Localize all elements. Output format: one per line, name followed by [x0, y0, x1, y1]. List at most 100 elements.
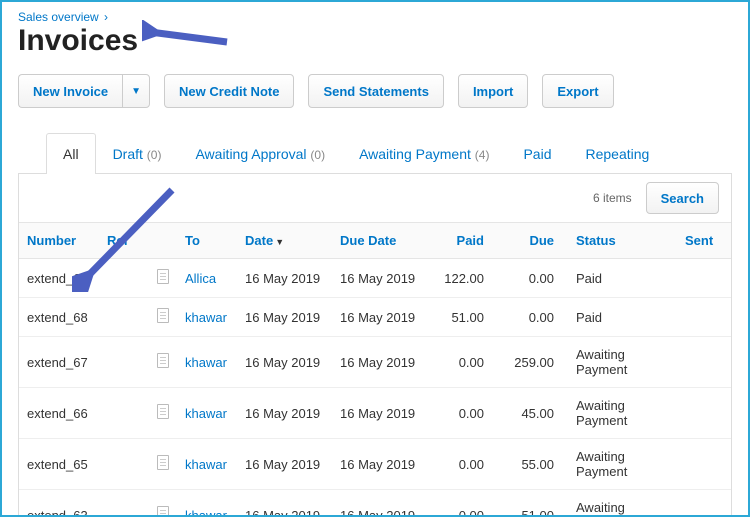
- cell-due-date: 16 May 2019: [332, 298, 427, 337]
- tabs: All Draft (0) Awaiting Approval (0) Awai…: [18, 132, 732, 174]
- tab-repeating[interactable]: Repeating: [568, 133, 666, 174]
- search-button[interactable]: Search: [646, 182, 719, 214]
- cell-sent: [677, 490, 731, 517]
- cell-to: Allica: [177, 259, 237, 298]
- page-title: Invoices: [18, 24, 732, 58]
- table-row[interactable]: extend_63khawar16 May 201916 May 20190.0…: [19, 490, 731, 517]
- panel-header: 6 items Search: [19, 174, 731, 222]
- document-icon: [157, 308, 169, 323]
- tab-all-label: All: [63, 146, 79, 162]
- contact-link[interactable]: khawar: [185, 508, 227, 517]
- chevron-down-icon: ▼: [131, 86, 141, 97]
- new-invoice-button[interactable]: New Invoice: [18, 74, 122, 108]
- cell-number: extend_63: [19, 490, 99, 517]
- col-to[interactable]: To: [177, 223, 237, 259]
- import-button[interactable]: Import: [458, 74, 528, 108]
- cell-number: extend_69: [19, 259, 99, 298]
- contact-link[interactable]: khawar: [185, 310, 227, 325]
- document-icon: [157, 353, 169, 368]
- cell-status: Awaiting Payment: [562, 388, 677, 439]
- col-due-date[interactable]: Due Date: [332, 223, 427, 259]
- tab-awaiting-payment[interactable]: Awaiting Payment (4): [342, 133, 506, 174]
- col-date-label: Date: [245, 233, 273, 248]
- tab-all[interactable]: All: [46, 133, 96, 174]
- col-ref[interactable]: Ref: [99, 223, 149, 259]
- col-number[interactable]: Number: [19, 223, 99, 259]
- tab-paid[interactable]: Paid: [506, 133, 568, 174]
- cell-paid: 51.00: [427, 298, 492, 337]
- cell-number: extend_67: [19, 337, 99, 388]
- table-row[interactable]: extend_66khawar16 May 201916 May 20190.0…: [19, 388, 731, 439]
- cell-paid: 122.00: [427, 259, 492, 298]
- cell-date: 16 May 2019: [237, 490, 332, 517]
- sort-desc-icon: ▼: [275, 237, 284, 247]
- cell-doc: [149, 298, 177, 337]
- tab-awaiting-approval-label: Awaiting Approval: [195, 146, 306, 162]
- contact-link[interactable]: khawar: [185, 406, 227, 421]
- cell-due: 45.00: [492, 388, 562, 439]
- col-doc: [149, 223, 177, 259]
- table-row[interactable]: extend_69Allica16 May 201916 May 2019122…: [19, 259, 731, 298]
- document-icon: [157, 506, 169, 517]
- cell-ref: [99, 298, 149, 337]
- breadcrumb-separator: ›: [104, 10, 108, 24]
- cell-ref: [99, 439, 149, 490]
- cell-doc: [149, 337, 177, 388]
- cell-status: Paid: [562, 259, 677, 298]
- breadcrumb-parent-link[interactable]: Sales overview: [18, 10, 99, 24]
- new-invoice-group: New Invoice ▼: [18, 74, 150, 108]
- cell-due: 259.00: [492, 337, 562, 388]
- tab-awaiting-approval[interactable]: Awaiting Approval (0): [178, 133, 342, 174]
- tab-awaiting-payment-count: (4): [475, 148, 490, 162]
- cell-sent: [677, 439, 731, 490]
- tab-draft-count: (0): [147, 148, 162, 162]
- cell-due-date: 16 May 2019: [332, 259, 427, 298]
- table-row[interactable]: extend_68khawar16 May 201916 May 201951.…: [19, 298, 731, 337]
- col-sent[interactable]: Sent: [677, 223, 731, 259]
- col-due[interactable]: Due: [492, 223, 562, 259]
- send-statements-button[interactable]: Send Statements: [308, 74, 443, 108]
- table-row[interactable]: extend_65khawar16 May 201916 May 20190.0…: [19, 439, 731, 490]
- col-date[interactable]: Date▼: [237, 223, 332, 259]
- new-credit-note-button[interactable]: New Credit Note: [164, 74, 294, 108]
- cell-number: extend_65: [19, 439, 99, 490]
- new-invoice-dropdown-button[interactable]: ▼: [122, 74, 150, 108]
- cell-due: 55.00: [492, 439, 562, 490]
- col-paid[interactable]: Paid: [427, 223, 492, 259]
- cell-to: khawar: [177, 490, 237, 517]
- cell-to: khawar: [177, 298, 237, 337]
- contact-link[interactable]: Allica: [185, 271, 216, 286]
- cell-paid: 0.00: [427, 388, 492, 439]
- document-icon: [157, 404, 169, 419]
- cell-ref: [99, 490, 149, 517]
- cell-due-date: 16 May 2019: [332, 337, 427, 388]
- cell-sent: [677, 388, 731, 439]
- export-button[interactable]: Export: [542, 74, 613, 108]
- contact-link[interactable]: khawar: [185, 457, 227, 472]
- tab-awaiting-payment-label: Awaiting Payment: [359, 146, 471, 162]
- cell-doc: [149, 490, 177, 517]
- tab-repeating-label: Repeating: [585, 146, 649, 162]
- contact-link[interactable]: khawar: [185, 355, 227, 370]
- cell-doc: [149, 259, 177, 298]
- cell-number: extend_68: [19, 298, 99, 337]
- invoice-table: Number Ref To Date▼ Due Date Paid Due St…: [19, 222, 731, 517]
- cell-to: khawar: [177, 388, 237, 439]
- table-row[interactable]: extend_67khawar16 May 201916 May 20190.0…: [19, 337, 731, 388]
- cell-status: Paid: [562, 298, 677, 337]
- cell-paid: 0.00: [427, 337, 492, 388]
- cell-doc: [149, 439, 177, 490]
- cell-status: Awaiting Payment: [562, 337, 677, 388]
- invoice-panel: 6 items Search Number Ref To Date▼ Due D…: [18, 174, 732, 517]
- cell-due: 0.00: [492, 298, 562, 337]
- cell-to: khawar: [177, 439, 237, 490]
- toolbar: New Invoice ▼ New Credit Note Send State…: [18, 74, 732, 108]
- cell-date: 16 May 2019: [237, 259, 332, 298]
- cell-date: 16 May 2019: [237, 298, 332, 337]
- col-status[interactable]: Status: [562, 223, 677, 259]
- cell-paid: 0.00: [427, 439, 492, 490]
- cell-status: Awaiting Payment: [562, 439, 677, 490]
- tab-draft[interactable]: Draft (0): [96, 133, 179, 174]
- cell-date: 16 May 2019: [237, 337, 332, 388]
- tab-awaiting-approval-count: (0): [310, 148, 325, 162]
